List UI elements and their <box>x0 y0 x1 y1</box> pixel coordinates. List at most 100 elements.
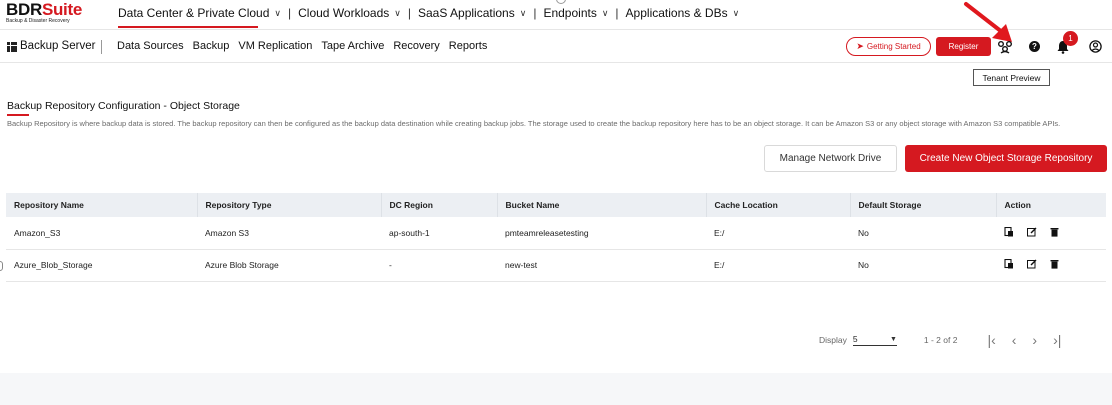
manage-network-drive-button[interactable]: Manage Network Drive <box>764 145 897 172</box>
top-nav-item-applications[interactable]: Applications & DBs ∨ <box>626 6 740 20</box>
top-nav-label: Endpoints <box>543 6 597 20</box>
cache-location-cell: E:/ <box>706 217 850 250</box>
page-description: Backup Repository is where backup data i… <box>7 119 1061 128</box>
active-tab-underline <box>118 26 258 28</box>
last-page-icon[interactable]: ›| <box>1053 332 1061 348</box>
column-header[interactable]: Cache Location <box>705 193 850 217</box>
top-nav-label: Applications & DBs <box>625 6 728 20</box>
sub-nav-vm-replication[interactable]: VM Replication <box>238 40 312 52</box>
default-storage-cell: No <box>850 217 996 250</box>
apps-grid-icon[interactable] <box>7 42 17 52</box>
top-nav-label: Cloud Workloads <box>298 6 390 20</box>
dc-region-cell: - <box>381 249 497 282</box>
logo-bdr-text: BDR <box>6 0 42 19</box>
logo-suite-text: Suite <box>41 0 82 19</box>
column-header[interactable]: DC Region <box>380 193 497 217</box>
getting-started-label: Getting Started <box>866 42 921 51</box>
chevron-down-icon: ∨ <box>519 7 527 18</box>
row-actions <box>1004 226 1059 237</box>
top-nav-item-data-center[interactable]: Data Center & Private Cloud ∨ <box>118 6 281 28</box>
page-title: Backup Repository Configuration - Object… <box>7 100 240 112</box>
pagination-nav: |‹ ‹ › ›| <box>987 332 1077 348</box>
column-header: Action <box>995 193 1106 217</box>
bdrsuite-logo[interactable]: BDRSuite Backup & Disaster Recovery <box>6 1 116 29</box>
chevron-down-icon: ∨ <box>394 7 401 18</box>
first-page-icon[interactable]: |‹ <box>987 332 995 348</box>
column-header[interactable]: Repository Type <box>196 193 381 217</box>
table-header-row: Repository Name Repository Type DC Regio… <box>6 193 1106 217</box>
page-size-select[interactable]: 5 ▼ <box>852 334 897 346</box>
nav-separator: | <box>533 6 537 20</box>
page-range: 1 - 2 of 2 <box>923 335 958 345</box>
default-storage-cell: No <box>850 249 996 282</box>
sub-nav-tape-archive[interactable]: Tape Archive <box>321 40 384 52</box>
column-header[interactable]: Default Storage <box>849 193 996 217</box>
column-header[interactable]: Bucket Name <box>496 193 706 217</box>
create-repository-button[interactable]: Create New Object Storage Repository <box>905 145 1107 172</box>
top-nav-label: Data Center & Private Cloud <box>118 6 270 20</box>
logo-tagline: Backup & Disaster Recovery <box>6 18 70 24</box>
notification-badge: 1 <box>1063 31 1078 46</box>
pagination: Display 5 ▼ 1 - 2 of 2 |‹ ‹ › ›| <box>819 332 1077 348</box>
dc-region-cell: ap-south-1 <box>381 217 497 250</box>
top-nav-label: SaaS Applications <box>418 6 515 20</box>
footer-area <box>0 373 1112 405</box>
sub-nav-recovery[interactable]: Recovery <box>393 40 439 52</box>
top-nav-item-saas[interactable]: SaaS Applications ∨ <box>418 6 526 20</box>
register-label: Register <box>948 42 979 51</box>
action-cell <box>996 217 1106 250</box>
top-nav-item-cloud-workloads[interactable]: Cloud Workloads ∨ <box>298 6 401 20</box>
sub-nav: Data Sources Backup VM Replication Tape … <box>117 40 496 52</box>
title-underline <box>7 114 29 116</box>
tenant-preview-icon[interactable] <box>997 39 1013 55</box>
rocket-icon: ➤ <box>856 41 864 51</box>
getting-started-button[interactable]: ➤ Getting Started <box>846 37 931 56</box>
sub-nav-backup[interactable]: Backup <box>193 40 230 52</box>
page-size-value: 5 <box>852 334 858 344</box>
chevron-down-icon: ∨ <box>274 7 281 18</box>
table-row: Amazon_S3 Amazon S3 ap-south-1 pmteamrel… <box>6 217 1106 250</box>
sub-nav-data-sources[interactable]: Data Sources <box>117 40 184 52</box>
side-panel-handle[interactable] <box>0 261 3 271</box>
secondary-bar: Backup Server Data Sources Backup VM Rep… <box>0 31 1112 63</box>
repository-name-cell: Azure_Blob_Storage <box>6 249 197 282</box>
table-row: Azure_Blob_Storage Azure Blob Storage - … <box>6 249 1106 282</box>
edit-icon[interactable] <box>1027 259 1037 269</box>
delete-icon[interactable] <box>1050 259 1059 269</box>
delete-icon[interactable] <box>1050 227 1059 237</box>
section-title[interactable]: Backup Server <box>20 40 95 52</box>
row-actions <box>1004 259 1059 269</box>
view-details-icon[interactable] <box>1004 259 1014 269</box>
top-bar: BDRSuite Backup & Disaster Recovery Data… <box>0 0 1112 30</box>
nav-separator: | <box>288 6 292 20</box>
chevron-down-icon: ∨ <box>732 7 740 18</box>
view-details-icon[interactable] <box>1004 226 1014 237</box>
nav-separator: | <box>407 6 411 20</box>
caret-down-icon: ▼ <box>889 335 897 343</box>
register-button[interactable]: Register <box>936 37 991 56</box>
help-icon[interactable]: ? <box>1029 41 1040 52</box>
next-page-icon[interactable]: › <box>1032 332 1037 348</box>
prev-page-icon[interactable]: ‹ <box>1012 332 1017 348</box>
repository-type-cell: Azure Blob Storage <box>197 249 381 282</box>
repository-name-cell: Amazon_S3 <box>6 217 197 250</box>
repository-table: Repository Name Repository Type DC Regio… <box>6 193 1106 282</box>
cache-location-cell: E:/ <box>706 249 850 282</box>
repository-type-cell: Amazon S3 <box>197 217 381 250</box>
display-label: Display <box>819 335 847 345</box>
nav-separator: | <box>615 6 619 20</box>
edit-icon[interactable] <box>1027 227 1037 237</box>
top-center-icon <box>556 0 566 4</box>
bucket-name-cell: pmteamreleasetesting <box>497 217 706 250</box>
bucket-name-cell: new-test <box>497 249 706 282</box>
divider <box>101 40 102 54</box>
user-icon[interactable] <box>1089 40 1102 53</box>
top-nav-item-endpoints[interactable]: Endpoints ∨ <box>543 6 608 20</box>
column-header[interactable]: Repository Name <box>6 193 197 217</box>
action-cell <box>996 249 1106 282</box>
sub-nav-reports[interactable]: Reports <box>449 40 488 52</box>
top-nav: Data Center & Private Cloud ∨ | Cloud Wor… <box>118 6 740 28</box>
tenant-preview-tooltip: Tenant Preview <box>973 69 1050 86</box>
chevron-down-icon: ∨ <box>601 7 609 18</box>
logo-wordmark: BDRSuite <box>6 1 116 18</box>
